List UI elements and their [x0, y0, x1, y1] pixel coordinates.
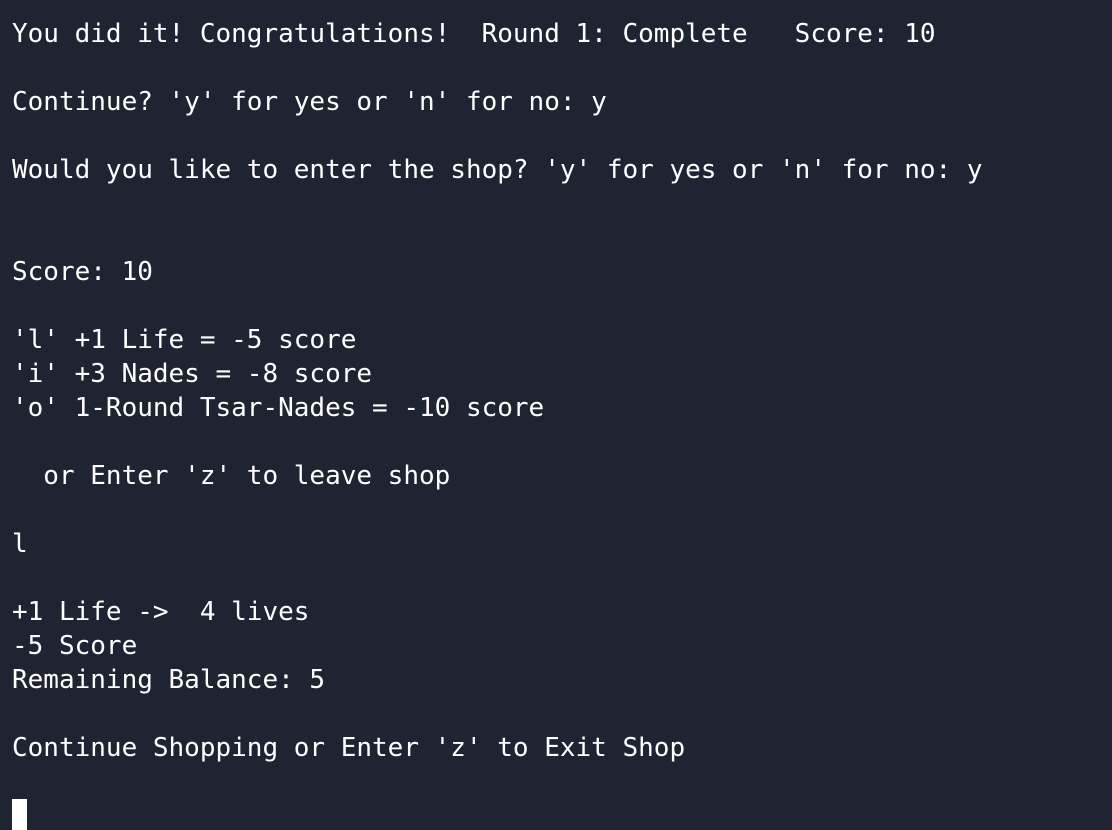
- shop-score-line: Score: 10: [12, 257, 153, 287]
- shop-item-tsar-nades: 'o' 1-Round Tsar-Nades = -10 score: [12, 393, 545, 423]
- terminal-window[interactable]: You did it! Congratulations! Round 1: Co…: [0, 0, 1112, 830]
- shop-item-nades: 'i' +3 Nades = -8 score: [12, 359, 373, 389]
- leave-shop-hint: or Enter 'z' to leave shop: [12, 461, 451, 491]
- input-line[interactable]: [12, 799, 1112, 830]
- shop-item-life: 'l' +1 Life = -5 score: [12, 325, 357, 355]
- score-deduction-line: -5 Score: [12, 631, 138, 661]
- shop-prompt-line: Would you like to enter the shop? 'y' fo…: [12, 155, 983, 185]
- round-complete-line: You did it! Congratulations! Round 1: Co…: [12, 19, 936, 49]
- purchase-result-line: +1 Life -> 4 lives: [12, 597, 310, 627]
- user-input-line: l: [12, 529, 28, 559]
- remaining-balance-line: Remaining Balance: 5: [12, 665, 326, 695]
- continue-shopping-prompt: Continue Shopping or Enter 'z' to Exit S…: [12, 733, 686, 763]
- text-cursor[interactable]: [12, 799, 27, 830]
- continue-prompt-line: Continue? 'y' for yes or 'n' for no: y: [12, 87, 607, 117]
